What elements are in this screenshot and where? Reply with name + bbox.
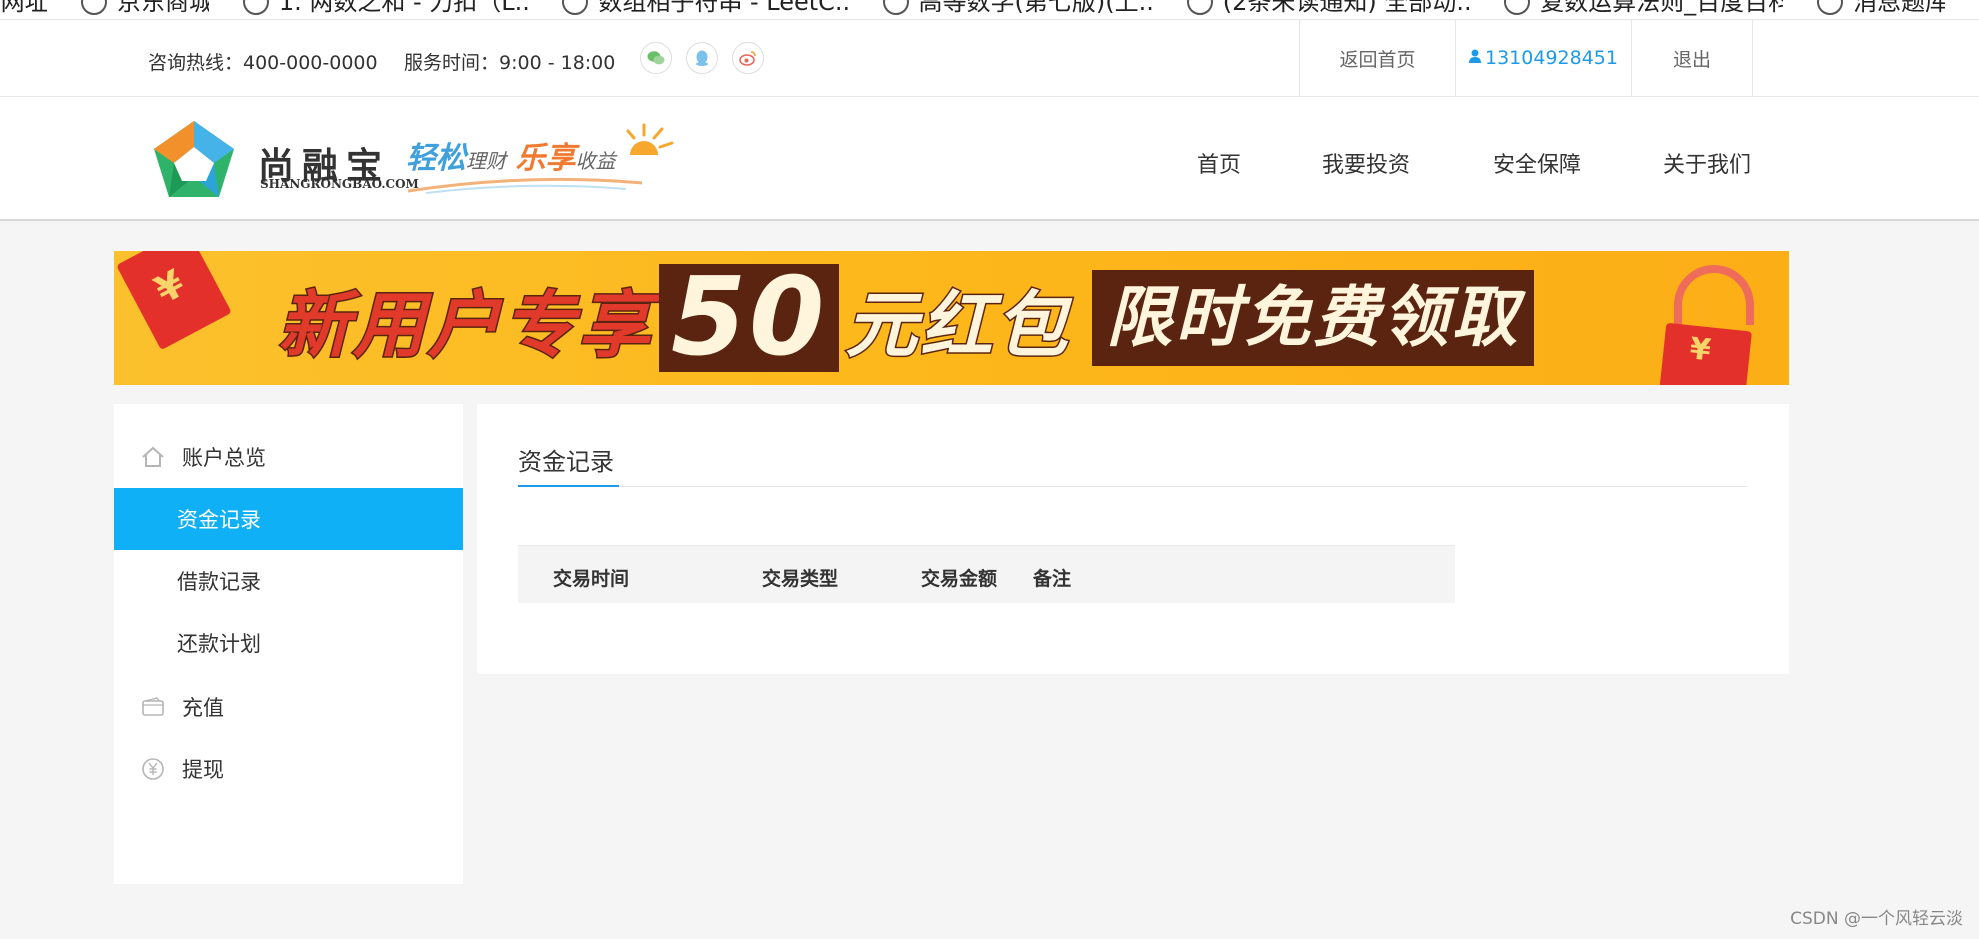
column-header-time: 交易时间 [553,568,630,590]
sidebar-item-fund-records[interactable]: 资金记录 [114,488,463,550]
logo-icon[interactable] [152,119,236,199]
globe-icon [882,0,909,15]
banner-text-limited: 限时免费领取 [1092,270,1535,366]
globe-icon [562,0,589,15]
wallet-icon [140,694,166,720]
bookmark-item[interactable]: 复数运算法则_百度百科 [1504,0,1784,19]
bookmark-label: 高等数学(第七版)(上... [918,0,1153,16]
globe-icon [242,0,269,15]
bookmark-label: 消息题库 [1853,0,1945,16]
banner-text-new-user: 新用户专享 [276,281,654,368]
yen-icon [140,756,166,782]
bookmark-item[interactable]: 高等数学(第七版)(上... [882,0,1153,19]
logout-link[interactable]: 退出 [1631,20,1753,96]
banner-headline: 新用户专享 50 元红包 限时免费领取 [276,263,1535,373]
column-header-amount: 交易金额 [921,568,998,590]
wechat-icon[interactable] [640,42,672,74]
slogan: 轻松理财 乐享收益 [406,133,616,177]
weibo-icon[interactable] [732,42,764,74]
home-icon [140,444,166,470]
records-table-header: 交易时间 交易类型 交易金额 备注 [518,545,1455,603]
bookmark-item[interactable]: (2条未读通知) 全部动... [1186,0,1471,19]
sidebar-item-withdraw[interactable]: 提现 [114,738,463,800]
panel-title[interactable]: 资金记录 [518,442,614,477]
top-info-bar: 咨询热线：400-000-0000 服务时间：9:00 - 18:00 返回首页… [0,20,1979,97]
sidebar-item-loan-records[interactable]: 借款记录 [114,550,463,612]
red-envelope-icon: ¥ [1658,322,1752,385]
sun-icon [626,123,674,155]
globe-icon [1817,0,1844,15]
qq-icon[interactable] [686,42,718,74]
sidebar-item-label: 账户总览 [182,446,266,470]
brand-domain: SHANGRONGBAO.COM [260,177,419,191]
bookmark-label: j网址 [0,0,47,16]
column-header-type: 交易类型 [762,568,839,590]
title-active-underline [518,485,619,487]
globe-icon [1186,0,1213,15]
fund-records-panel: 资金记录 交易时间 交易类型 交易金额 备注 [477,404,1789,674]
bookmark-item[interactable]: j网址 [0,0,47,19]
bookmark-label: 京东商城 [116,0,209,16]
ribbon-decoration [1674,265,1754,325]
service-hours-text: 服务时间：9:00 - 18:00 [404,52,616,74]
sidebar-item-repayment-plan[interactable]: 还款计划 [114,612,463,674]
yen-symbol: ¥ [1687,331,1713,369]
title-divider [518,486,1747,487]
nav-about[interactable]: 关于我们 [1663,147,1751,179]
nav-invest[interactable]: 我要投资 [1322,147,1410,179]
site-header: 尚融宝 SHANGRONGBAO.COM 轻松理财 乐享收益 首页 我要投资 安… [0,97,1979,221]
bookmark-label: 复数运算法则_百度百科 [1540,0,1784,16]
bookmark-label: 1. 两数之和 - 力扣（L... [278,0,529,16]
bookmark-label: 数组相子符串 - LeetC... [598,0,849,16]
nav-security[interactable]: 安全保障 [1493,147,1581,179]
red-envelope-icon: ¥ [116,251,232,351]
sidebar-item-label: 资金记录 [177,508,261,532]
sidebar-item-overview[interactable]: 账户总览 [114,426,463,488]
hotline-text: 咨询热线：400-000-0000 [148,52,378,74]
slogan-part: 乐享 [515,141,576,176]
bookmark-item[interactable]: 1. 两数之和 - 力扣（L... [242,0,529,19]
column-header-remark: 备注 [1033,568,1072,590]
slogan-part: 轻松 [406,141,466,176]
sidebar-item-label: 借款记录 [177,570,261,594]
bookmark-item[interactable]: 京东商城 [80,0,209,19]
bookmark-item[interactable]: 数组相子符串 - LeetC... [562,0,849,19]
sidebar-item-label: 还款计划 [177,632,261,656]
bookmark-label: (2条未读通知) 全部动... [1222,0,1471,16]
bookmarks-bar: j网址 京东商城 1. 两数之和 - 力扣（L... 数组相子符串 - Leet… [0,0,1979,20]
promo-banner[interactable]: ¥ ¥ 新用户专享 50 元红包 限时免费领取 [114,251,1789,385]
user-phone: 13104928451 [1485,47,1618,69]
watermark-text: CSDN @一个风轻云淡 [1790,909,1963,929]
user-icon [1469,49,1481,67]
nav-home[interactable]: 首页 [1197,147,1241,179]
globe-icon [1504,0,1531,15]
slogan-part: 理财 [466,149,506,173]
user-account-link[interactable]: 13104928451 [1455,20,1631,96]
sidebar-item-label: 充值 [182,696,224,720]
globe-icon [80,0,107,15]
slogan-part: 收益 [575,149,616,173]
bookmark-item[interactable]: 消息题库 [1817,0,1945,19]
sidebar-item-recharge[interactable]: 充值 [114,676,463,738]
sidebar-item-label: 提现 [182,758,224,782]
yen-symbol: ¥ [147,261,192,313]
banner-amount: 50 [659,264,840,372]
back-home-link[interactable]: 返回首页 [1299,20,1455,96]
account-sidebar: 账户总览 资金记录 借款记录 还款计划 充值 提现 [114,404,463,884]
slogan-swoosh-decoration [407,177,643,194]
banner-text-red-packet: 元红包 [844,281,1071,368]
